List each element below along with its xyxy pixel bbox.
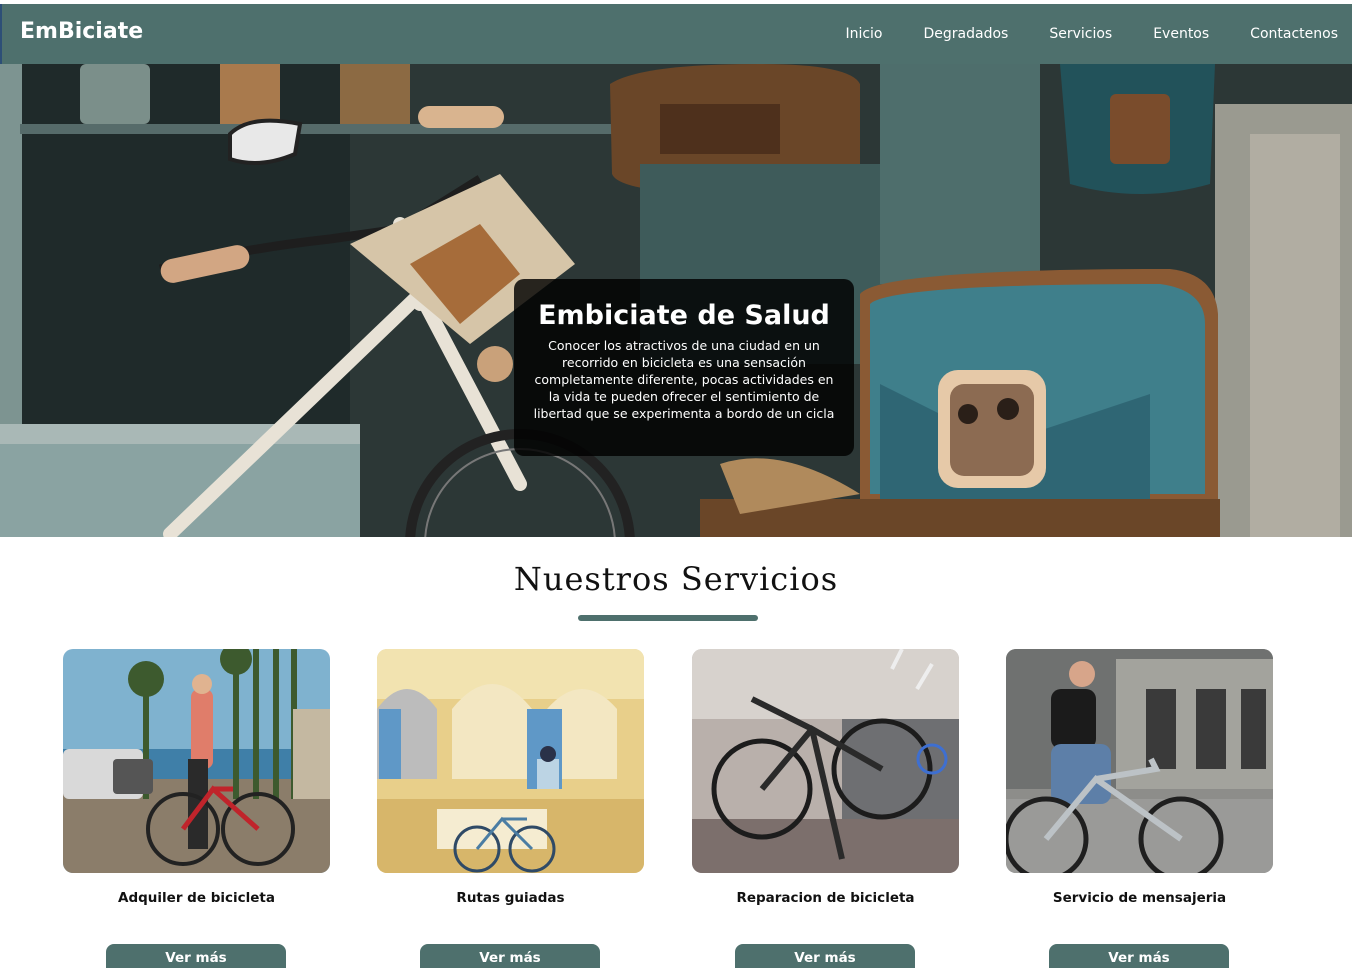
guided-tours-photo [377,649,644,873]
ver-mas-button[interactable]: Ver más [1049,944,1229,968]
nav-link-contactenos[interactable]: Contactenos [1250,26,1338,42]
services-heading: Nuestros Servicios [513,560,839,598]
messenger-service-photo [1006,649,1273,873]
heading-underline [578,615,758,621]
card-title: Adquiler de bicicleta [118,890,275,906]
card-title: Servicio de mensajeria [1052,890,1227,906]
hero-title: Embiciate de Salud [538,300,830,331]
ver-mas-button[interactable]: Ver más [420,944,600,968]
bicycle-rental-photo [63,649,330,873]
service-card-rental: Adquiler de bicicleta Ver más [63,649,330,968]
nav-link-servicios[interactable]: Servicios [1049,26,1112,42]
top-navbar: EmBiciate Inicio Degradados Servicios Ev… [0,4,1352,64]
nav-link-degradados[interactable]: Degradados [923,26,1008,42]
nav-links: Inicio Degradados Servicios Eventos Cont… [845,4,1338,64]
card-title: Reparacion de bicicleta [736,890,915,906]
service-card-repair: Reparacion de bicicleta Ver más [692,649,959,968]
nav-link-eventos[interactable]: Eventos [1153,26,1209,42]
ver-mas-button[interactable]: Ver más [735,944,915,968]
hero-banner: Embiciate de Salud Conocer los atractivo… [0,64,1352,537]
card-title: Rutas guiadas [456,890,565,906]
hero-caption-box: Embiciate de Salud Conocer los atractivo… [514,279,854,456]
service-card-messenger: Servicio de mensajeria Ver más [1006,649,1273,968]
brand-logo[interactable]: EmBiciate [20,19,143,44]
nav-link-inicio[interactable]: Inicio [845,26,882,42]
bicycle-repair-photo [692,649,959,873]
ver-mas-button[interactable]: Ver más [106,944,286,968]
service-card-tours: Rutas guiadas Ver más [377,649,644,968]
hero-description: Conocer los atractivos de una ciudad en … [533,338,835,421]
